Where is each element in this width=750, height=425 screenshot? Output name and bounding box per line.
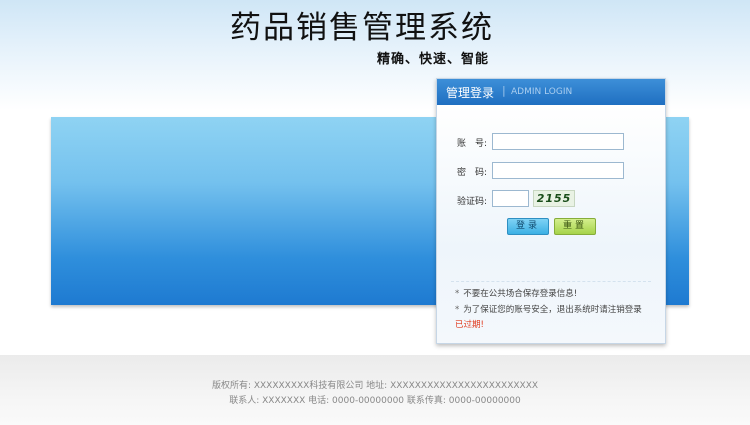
account-label: 账 号: bbox=[457, 139, 488, 149]
login-title-separator: | bbox=[502, 84, 506, 97]
footer-copyright: 版权所有: XXXXXXXXX科技有限公司 地址: XXXXXXXXXXXXXX… bbox=[211, 381, 539, 391]
notice-bullet: * bbox=[455, 305, 460, 315]
login-panel-header: 管理登录 | ADMIN LOGIN bbox=[437, 79, 665, 105]
captcha-input[interactable] bbox=[492, 190, 529, 207]
footer-contact: 联系人: XXXXXXX 电话: 0000-00000000 联系传真: 000… bbox=[229, 396, 521, 406]
expired-notice: 已过期! bbox=[455, 320, 484, 330]
notice-item: * 为了保证您的账号安全，退出系统时请注销登录 bbox=[455, 303, 642, 315]
footer: 版权所有: XXXXXXXXX科技有限公司 地址: XXXXXXXXXXXXXX… bbox=[0, 355, 750, 425]
reset-button[interactable]: 重置 bbox=[554, 218, 596, 235]
login-panel-title: 管理登录 bbox=[446, 86, 495, 100]
login-button[interactable]: 登录 bbox=[507, 218, 549, 235]
notice-bullet: * bbox=[455, 289, 460, 299]
notice-item: * 不要在公共场合保存登录信息! bbox=[455, 287, 577, 299]
login-form: 账 号: 密 码: 验证码: 2155 登录 重置 * 不要在公共场合保存登录信息… bbox=[437, 105, 665, 343]
login-panel-title-en: ADMIN LOGIN bbox=[511, 87, 573, 97]
password-input[interactable] bbox=[492, 162, 624, 179]
form-divider bbox=[451, 281, 651, 282]
login-panel: 管理登录 | ADMIN LOGIN 账 号: 密 码: 验证码: 2155 登… bbox=[436, 78, 666, 344]
account-input[interactable] bbox=[492, 133, 624, 150]
notice-text: 为了保证您的账号安全，退出系统时请注销登录 bbox=[463, 305, 642, 315]
captcha-label: 验证码: bbox=[457, 197, 488, 207]
app-title: 药品销售管理系统 bbox=[230, 10, 494, 46]
password-label: 密 码: bbox=[457, 168, 488, 178]
captcha-image[interactable]: 2155 bbox=[533, 190, 575, 207]
app-subtitle: 精确、快速、智能 bbox=[377, 52, 490, 67]
notice-text: 不要在公共场合保存登录信息! bbox=[463, 289, 578, 299]
